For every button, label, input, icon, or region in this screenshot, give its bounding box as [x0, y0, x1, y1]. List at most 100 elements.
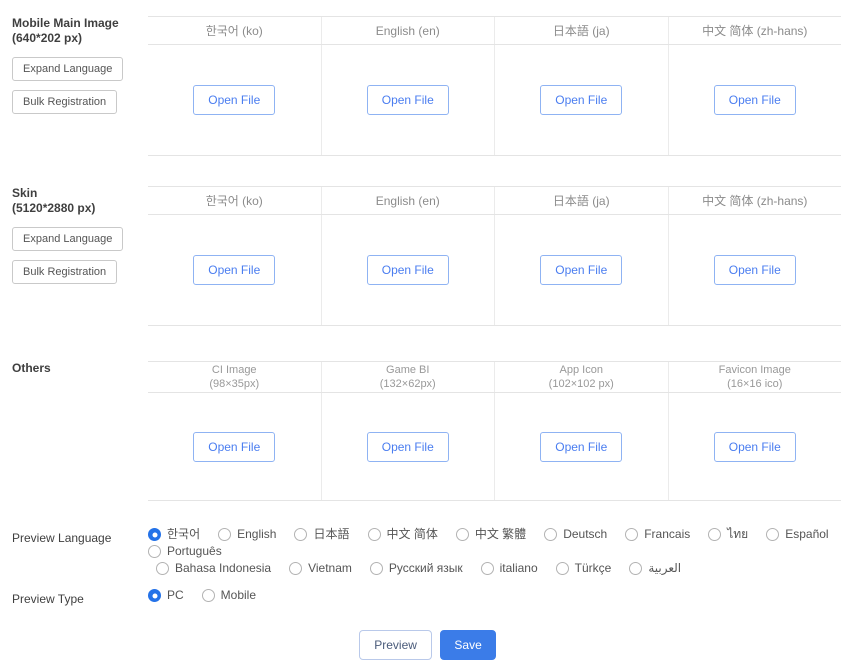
- section-title: Skin: [12, 186, 138, 201]
- column-name: Game BI: [386, 363, 429, 377]
- radio-option-mobile[interactable]: Mobile: [202, 588, 256, 603]
- table-header-row: CI Image (98×35px) Game BI (132×62px) Ap…: [148, 362, 841, 393]
- radio-option-thai[interactable]: ไทย: [708, 527, 748, 542]
- radio-option-japanese[interactable]: 日本語: [294, 527, 349, 542]
- open-file-button[interactable]: Open File: [540, 255, 622, 285]
- column-header-chinese: 中文 简体 (zh-hans): [668, 187, 842, 214]
- column-header-japanese: 日本語 (ja): [494, 17, 668, 44]
- mobile-main-image-table: 한국어 (ko) English (en) 日本語 (ja) 中文 简体 (zh…: [148, 16, 841, 156]
- column-name: App Icon: [560, 363, 603, 377]
- column-header-japanese: 日本語 (ja): [494, 187, 668, 214]
- preview-language-options: 한국어 English 日本語 中文 简体 中文 繁體: [148, 527, 841, 578]
- table-body-row: Open File Open File Open File Open File: [148, 215, 841, 325]
- column-size: (132×62px): [380, 377, 436, 391]
- open-file-button[interactable]: Open File: [193, 432, 275, 462]
- column-header-app-icon: App Icon (102×102 px): [494, 362, 668, 392]
- radio-selected-icon: [148, 589, 161, 602]
- radio-icon: [556, 562, 569, 575]
- column-header-game-bi: Game BI (132×62px): [321, 362, 495, 392]
- open-file-button[interactable]: Open File: [367, 432, 449, 462]
- preview-type-options: PC Mobile: [148, 588, 841, 605]
- preview-type-label: Preview Type: [0, 588, 148, 606]
- column-header-english: English (en): [321, 17, 495, 44]
- table-header-row: 한국어 (ko) English (en) 日本語 (ja) 中文 简体 (zh…: [148, 187, 841, 215]
- section-skin: Skin (5120*2880 px) Expand Language Bulk…: [0, 186, 855, 326]
- radio-icon: [629, 562, 642, 575]
- skin-label-col: Skin (5120*2880 px) Expand Language Bulk…: [0, 186, 148, 284]
- radio-icon: [294, 528, 307, 541]
- radio-option-portuguese[interactable]: Português: [148, 544, 222, 559]
- open-file-button[interactable]: Open File: [540, 432, 622, 462]
- radio-icon: [544, 528, 557, 541]
- column-size: (102×102 px): [549, 377, 614, 391]
- open-file-button[interactable]: Open File: [714, 85, 796, 115]
- section-mobile-main-image: Mobile Main Image (640*202 px) Expand La…: [0, 16, 855, 156]
- radio-option-spanish[interactable]: Español: [766, 527, 828, 542]
- preview-button[interactable]: Preview: [359, 630, 432, 660]
- radio-icon: [708, 528, 721, 541]
- table-cell-japanese: Open File: [494, 45, 668, 155]
- radio-option-english[interactable]: English: [218, 527, 276, 542]
- radio-icon: [481, 562, 494, 575]
- section-title: Others: [12, 361, 138, 376]
- table-body-row: Open File Open File Open File Open File: [148, 393, 841, 500]
- table-cell-favicon: Open File: [668, 393, 842, 500]
- table-cell-chinese: Open File: [668, 45, 842, 155]
- save-button[interactable]: Save: [440, 630, 495, 660]
- preview-language-label: Preview Language: [0, 527, 148, 545]
- radio-icon: [766, 528, 779, 541]
- open-file-button[interactable]: Open File: [540, 85, 622, 115]
- radio-icon: [370, 562, 383, 575]
- radio-icon: [156, 562, 169, 575]
- expand-language-button[interactable]: Expand Language: [12, 227, 123, 251]
- bulk-registration-button[interactable]: Bulk Registration: [12, 260, 117, 284]
- footer-actions: Preview Save: [0, 630, 855, 660]
- open-file-button[interactable]: Open File: [193, 255, 275, 285]
- bulk-registration-button[interactable]: Bulk Registration: [12, 90, 117, 114]
- radio-option-indonesian[interactable]: Bahasa Indonesia: [156, 561, 271, 576]
- radio-option-italian[interactable]: italiano: [481, 561, 538, 576]
- radio-option-chinese-simplified[interactable]: 中文 简体: [368, 527, 438, 542]
- open-file-button[interactable]: Open File: [714, 255, 796, 285]
- radio-option-arabic[interactable]: العربية: [629, 561, 681, 576]
- language-options-line-1: 한국어 English 日本語 中文 简体 中文 繁體: [148, 527, 841, 559]
- radio-option-turkish[interactable]: Türkçe: [556, 561, 612, 576]
- radio-option-french[interactable]: Francais: [625, 527, 690, 542]
- preview-language-row: Preview Language 한국어 English 日本語 中文 简体: [0, 527, 855, 578]
- open-file-button[interactable]: Open File: [714, 432, 796, 462]
- radio-option-korean[interactable]: 한국어: [148, 527, 200, 542]
- others-label-col: Others: [0, 361, 148, 376]
- column-header-favicon: Favicon Image (16×16 ico): [668, 362, 842, 392]
- skin-table: 한국어 (ko) English (en) 日本語 (ja) 中文 简体 (zh…: [148, 186, 841, 326]
- expand-language-button[interactable]: Expand Language: [12, 57, 123, 81]
- column-header-ci-image: CI Image (98×35px): [148, 362, 321, 392]
- table-cell-korean: Open File: [148, 45, 321, 155]
- radio-icon: [368, 528, 381, 541]
- radio-selected-icon: [148, 528, 161, 541]
- open-file-button[interactable]: Open File: [193, 85, 275, 115]
- column-header-korean: 한국어 (ko): [148, 17, 321, 44]
- radio-option-pc[interactable]: PC: [148, 588, 184, 603]
- column-name: Favicon Image: [719, 363, 791, 377]
- mobile-main-image-label-col: Mobile Main Image (640*202 px) Expand La…: [0, 16, 148, 114]
- radio-option-vietnamese[interactable]: Vietnam: [289, 561, 352, 576]
- radio-icon: [289, 562, 302, 575]
- table-cell-japanese: Open File: [494, 215, 668, 325]
- radio-option-german[interactable]: Deutsch: [544, 527, 607, 542]
- table-cell-ci-image: Open File: [148, 393, 321, 500]
- others-table: CI Image (98×35px) Game BI (132×62px) Ap…: [148, 361, 841, 501]
- column-size: (16×16 ico): [727, 377, 782, 391]
- language-options-line-2: Bahasa Indonesia Vietnam Русский язык it…: [148, 561, 841, 576]
- radio-option-chinese-traditional[interactable]: 中文 繁體: [456, 527, 526, 542]
- column-name: CI Image: [212, 363, 257, 377]
- table-cell-game-bi: Open File: [321, 393, 495, 500]
- section-size: (5120*2880 px): [12, 201, 138, 216]
- radio-option-russian[interactable]: Русский язык: [370, 561, 463, 576]
- table-header-row: 한국어 (ko) English (en) 日本語 (ja) 中文 简体 (zh…: [148, 17, 841, 45]
- open-file-button[interactable]: Open File: [367, 85, 449, 115]
- preview-type-row: Preview Type PC Mobile: [0, 588, 855, 606]
- open-file-button[interactable]: Open File: [367, 255, 449, 285]
- table-cell-english: Open File: [321, 215, 495, 325]
- table-body-row: Open File Open File Open File Open File: [148, 45, 841, 155]
- table-cell-korean: Open File: [148, 215, 321, 325]
